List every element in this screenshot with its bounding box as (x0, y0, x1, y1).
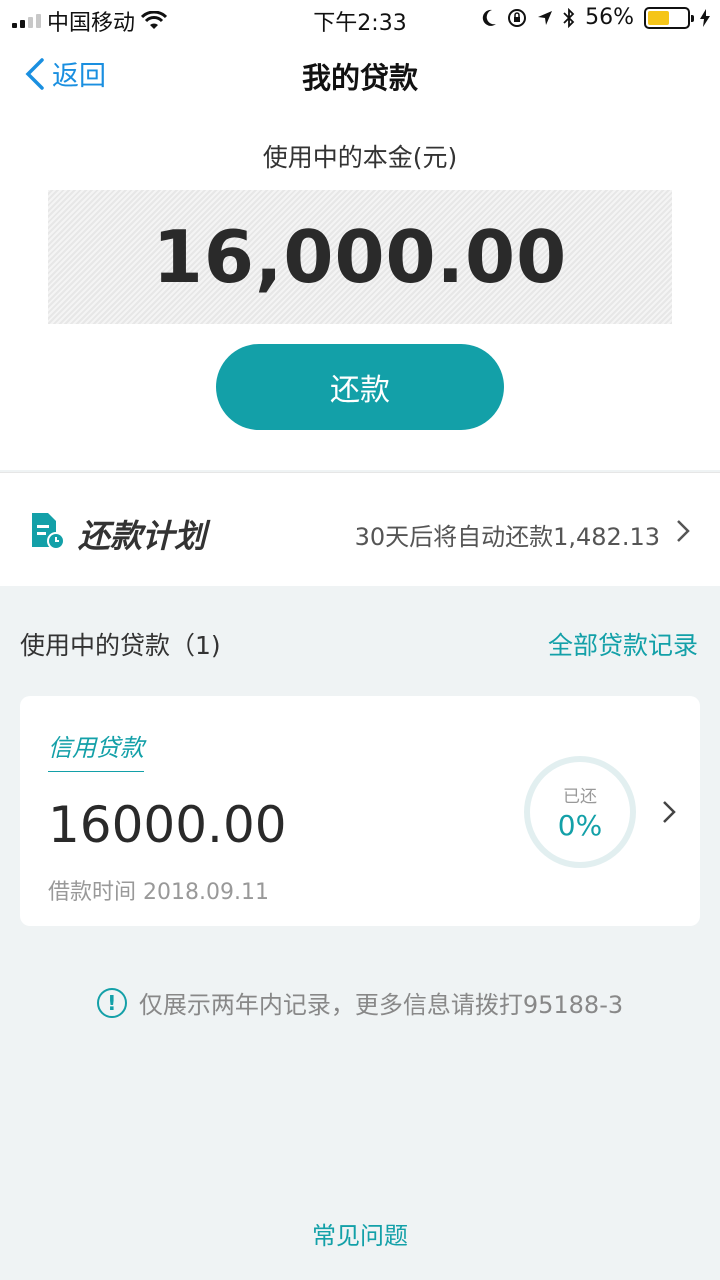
principal-label: 使用中的本金(元) (262, 143, 458, 172)
plan-description: 30天后将自动还款1,482.13 (354, 523, 660, 551)
notice: ! 仅展示两年内记录，更多信息请拨打95188-3 (0, 985, 720, 1020)
battery-icon (644, 6, 694, 29)
rotation-lock-icon (508, 8, 527, 27)
charging-icon (700, 8, 710, 27)
nav-bar: 返回 我的贷款 (0, 38, 720, 110)
info-icon: ! (96, 987, 127, 1018)
loan-date: 借款时间 2018.09.11 (48, 880, 269, 905)
location-icon (538, 10, 553, 25)
chevron-right-icon (663, 801, 676, 823)
moon-icon (482, 9, 497, 26)
plan-document-icon (32, 513, 65, 550)
plan-title: 还款计划 (78, 517, 207, 555)
principal-amount-box: 16,000.00 (48, 190, 672, 324)
repayment-plan-row[interactable]: 还款计划 30天后将自动还款1,482.13 (0, 472, 720, 586)
notice-text: 仅展示两年内记录，更多信息请拨打95188-3 (138, 991, 624, 1019)
loan-amount: 16000.00 (48, 796, 287, 854)
all-loans-link[interactable]: 全部贷款记录 (548, 626, 698, 662)
page-title: 我的贷款 (301, 61, 418, 95)
repaid-value: 0% (557, 809, 603, 842)
repay-button[interactable]: 还款 (216, 344, 504, 430)
status-bar: 中国移动 下午2:33 56% (0, 0, 720, 38)
loan-card[interactable]: 信用贷款 16000.00 借款时间 2018.09.11 已还 0% (20, 696, 700, 926)
bluetooth-icon (563, 7, 575, 28)
principal-section: 使用中的本金(元) 16,000.00 还款 (0, 110, 720, 470)
chevron-right-icon (677, 520, 690, 542)
loans-section-title: 使用中的贷款（1) (20, 631, 221, 660)
loan-type-label: 信用贷款 (48, 728, 144, 772)
loans-section-header: 使用中的贷款（1) 全部贷款记录 (0, 610, 720, 670)
faq-link[interactable]: 常见问题 (0, 1216, 720, 1251)
principal-amount: 16,000.00 (152, 215, 568, 299)
repaid-progress-ring: 已还 0% (524, 756, 636, 868)
battery-percent: 56% (585, 5, 634, 30)
status-right: 56% (481, 5, 710, 30)
repaid-label: 已还 (563, 787, 597, 807)
battery-level (648, 10, 670, 25)
